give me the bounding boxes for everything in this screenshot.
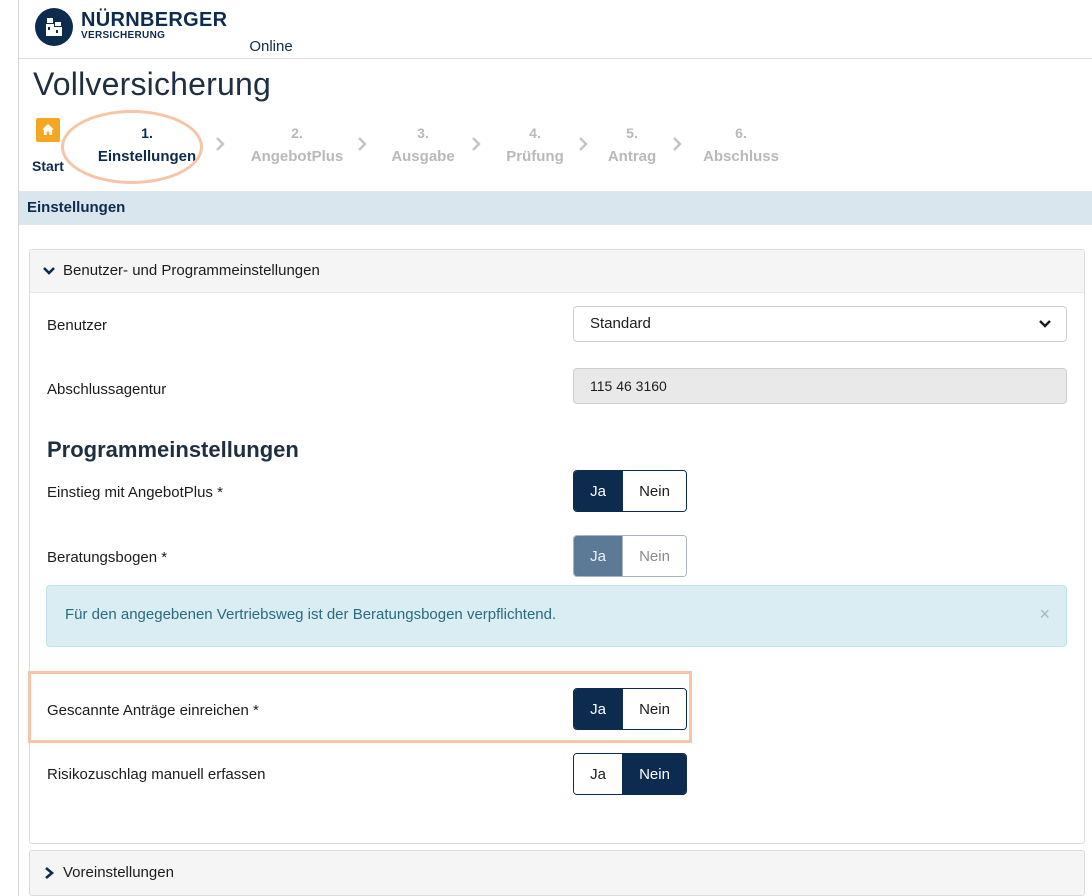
benutzer-label: Benutzer — [47, 317, 108, 334]
brand-sub: VERSICHERUNG — [81, 30, 166, 41]
step-abschluss[interactable]: 6. Abschluss — [691, 124, 791, 167]
step-number: 4. — [529, 125, 541, 141]
step-label: Prüfung — [506, 148, 564, 165]
panel-title: Benutzer- und Programmeinstellungen — [63, 262, 320, 279]
step-label: Abschluss — [703, 148, 779, 165]
section-header: Einstellungen — [19, 191, 1092, 225]
nuernberger-logo-icon — [35, 8, 73, 46]
chevron-down-icon — [1039, 320, 1051, 328]
risikozuschlag-toggle: Ja Nein — [573, 753, 687, 795]
chevron-right-icon — [45, 867, 55, 879]
nein-option[interactable]: Nein — [622, 471, 686, 511]
beratungsbogen-toggle: Ja Nein — [573, 535, 687, 577]
chevron-right-icon — [472, 137, 481, 151]
chevron-right-icon — [216, 137, 225, 151]
panel-header-toggle[interactable]: Benutzer- und Programmeinstellungen — [30, 250, 1084, 293]
step-angebotplus[interactable]: 2. AngebotPlus — [239, 124, 355, 167]
nein-option: Nein — [622, 536, 686, 576]
step-number: 5. — [626, 125, 638, 141]
chevron-right-icon — [358, 137, 367, 151]
brand-name: NÜRNBERGER — [81, 9, 228, 31]
step-label: Ausgabe — [391, 148, 455, 165]
voreinstellungen-panel-header[interactable]: Voreinstellungen — [29, 850, 1085, 896]
alert-message: Für den angegebenen Vertriebsweg ist der… — [65, 606, 557, 623]
home-icon — [36, 118, 60, 142]
toggle-label: Einstieg mit AngebotPlus * — [47, 484, 223, 501]
step-number: 3. — [417, 125, 429, 141]
panel2-title: Voreinstellungen — [63, 864, 174, 881]
step-pruefung[interactable]: 4. Prüfung — [495, 124, 575, 167]
step-label: AngebotPlus — [250, 148, 344, 165]
nein-option[interactable]: Nein — [622, 754, 686, 794]
step-antrag[interactable]: 5. Antrag — [597, 124, 667, 167]
section-title: Einstellungen — [27, 199, 126, 216]
angebotplus-toggle: Ja Nein — [573, 470, 687, 512]
page-title: Vollversicherung — [33, 66, 271, 102]
benutzer-select[interactable]: Standard — [573, 306, 1067, 342]
ja-option: Ja — [574, 536, 622, 576]
step-highlight-ellipse — [61, 110, 203, 184]
chevron-right-icon — [579, 137, 588, 151]
agentur-label: Abschlussagentur — [47, 381, 167, 398]
chevron-right-icon — [673, 137, 682, 151]
ja-option[interactable]: Ja — [574, 471, 622, 511]
chevron-down-icon — [43, 267, 55, 275]
benutzer-value: Standard — [590, 315, 651, 332]
start-label: Start — [32, 158, 64, 174]
agentur-field: 115 46 3160 — [573, 368, 1067, 404]
toggle-label: Risikozuschlag manuell erfassen — [47, 766, 266, 783]
header-divider — [19, 58, 1092, 59]
programmeinstellungen-heading: Programmeinstellungen — [47, 437, 299, 462]
brand-product: Online — [249, 38, 293, 55]
agentur-value: 115 46 3160 — [590, 378, 667, 394]
toggle-label: Beratungsbogen * — [47, 549, 168, 566]
step-ausgabe[interactable]: 3. Ausgabe — [383, 124, 463, 167]
close-icon[interactable]: × — [1039, 604, 1050, 625]
brand-logo[interactable]: NÜRNBERGER VERSICHERUNG Online — [35, 8, 293, 56]
settings-panel: Benutzer- und Programmeinstellungen Benu… — [29, 249, 1085, 844]
info-alert: Für den angegebenen Vertriebsweg ist der… — [46, 585, 1067, 647]
step-number: 6. — [735, 125, 747, 141]
step-number: 2. — [291, 125, 303, 141]
step-label: Antrag — [607, 148, 657, 165]
ja-option[interactable]: Ja — [574, 754, 622, 794]
row-highlight-box — [28, 671, 692, 743]
